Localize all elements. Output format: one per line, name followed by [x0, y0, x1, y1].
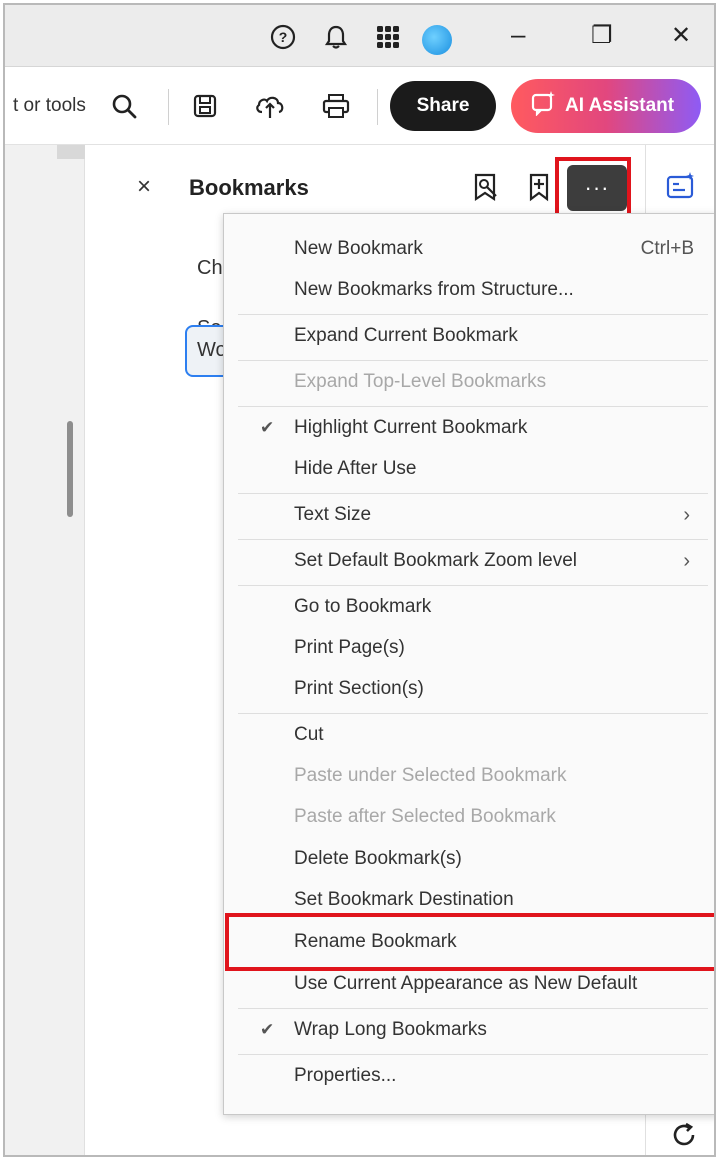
menu-item-wrap-long-bookmarks[interactable]: ✔ Wrap Long Bookmarks — [224, 1010, 714, 1050]
ai-assistant-button[interactable]: AI Assistant — [511, 79, 701, 133]
menu-item-label: Cut — [294, 724, 324, 745]
menu-item-label: New Bookmark — [294, 238, 423, 259]
menu-separator — [238, 1008, 708, 1009]
edit-tools-icon[interactable] — [666, 171, 698, 206]
refresh-icon[interactable] — [670, 1121, 698, 1154]
menu-item-print-sections[interactable]: Print Section(s) — [224, 669, 714, 709]
document-area — [5, 145, 85, 1155]
chevron-right-icon: › — [683, 503, 690, 526]
menu-item-paste-after: Paste after Selected Bookmark — [224, 797, 714, 837]
highlight-frame-rename — [225, 913, 714, 971]
svg-text:?: ? — [279, 29, 288, 45]
add-bookmark-icon[interactable] — [523, 171, 555, 205]
menu-item-label: Delete Bookmark(s) — [294, 848, 462, 869]
toolbar-divider — [168, 89, 169, 125]
user-avatar[interactable] — [422, 25, 452, 55]
search-icon[interactable] — [107, 89, 141, 123]
menu-item-default-zoom[interactable]: Set Default Bookmark Zoom level › — [224, 541, 714, 581]
menu-item-expand-current[interactable]: Expand Current Bookmark — [224, 316, 714, 356]
menu-item-highlight-current[interactable]: ✔ Highlight Current Bookmark — [224, 408, 714, 448]
bookmarks-options-menu: New Bookmark Ctrl+B New Bookmarks from S… — [223, 213, 714, 1115]
menu-separator — [238, 360, 708, 361]
menu-item-label: Use Current Appearance as New Default — [294, 973, 638, 994]
search-field-text[interactable]: t or tools — [13, 95, 86, 117]
menu-item-label: Expand Current Bookmark — [294, 325, 518, 346]
menu-item-cut[interactable]: Cut — [224, 715, 714, 755]
toolbar: t or tools Share AI Assistant — [5, 67, 714, 145]
close-panel-button[interactable]: × — [137, 173, 151, 201]
ai-assistant-label: AI Assistant — [565, 95, 675, 116]
ai-assistant-icon — [531, 90, 557, 122]
restore-button[interactable]: ❐ — [591, 21, 613, 50]
menu-item-go-to-bookmark[interactable]: Go to Bookmark — [224, 587, 714, 627]
menu-item-label: Paste after Selected Bookmark — [294, 806, 556, 827]
share-button[interactable]: Share — [390, 81, 496, 131]
checkmark-icon: ✔ — [260, 1020, 275, 1039]
menu-item-label: Hide After Use — [294, 458, 417, 479]
bookmark-item[interactable]: Ch — [197, 257, 223, 280]
menu-item-label: Print Section(s) — [294, 678, 424, 699]
toolbar-divider — [377, 89, 378, 125]
menu-item-paste-under: Paste under Selected Bookmark — [224, 756, 714, 796]
menu-item-label: Set Default Bookmark Zoom level — [294, 550, 578, 571]
menu-item-label: Wrap Long Bookmarks — [294, 1019, 487, 1040]
checkmark-icon: ✔ — [260, 418, 275, 437]
menu-item-delete-bookmarks[interactable]: Delete Bookmark(s) — [224, 839, 714, 879]
menu-item-expand-top-level: Expand Top-Level Bookmarks — [224, 362, 714, 402]
menu-separator — [238, 1054, 708, 1055]
menu-item-text-size[interactable]: Text Size › — [224, 495, 714, 535]
bell-icon[interactable] — [322, 23, 350, 51]
menu-item-label: Set Bookmark Destination — [294, 889, 514, 910]
menu-item-label: Go to Bookmark — [294, 596, 432, 617]
highlight-frame-more — [555, 157, 631, 219]
apps-grid-icon[interactable] — [374, 23, 402, 51]
menu-item-label: Expand Top-Level Bookmarks — [294, 371, 547, 392]
menu-item-label: New Bookmarks from Structure... — [294, 279, 574, 300]
menu-item-label: Print Page(s) — [294, 637, 405, 658]
save-icon[interactable] — [188, 89, 222, 123]
menu-separator — [238, 713, 708, 714]
menu-item-hide-after-use[interactable]: Hide After Use — [224, 449, 714, 489]
title-bar: ? – ❐ ✕ — [5, 5, 714, 67]
bookmark-search-icon[interactable] — [469, 171, 501, 205]
menu-separator — [238, 585, 708, 586]
panel-title: Bookmarks — [189, 175, 309, 200]
page-edge — [57, 145, 85, 159]
menu-item-label: Highlight Current Bookmark — [294, 417, 528, 438]
print-icon[interactable] — [319, 89, 353, 123]
menu-item-print-pages[interactable]: Print Page(s) — [224, 628, 714, 668]
menu-item-label: Properties... — [294, 1065, 397, 1086]
minimize-button[interactable]: – — [511, 19, 525, 50]
menu-separator — [238, 314, 708, 315]
menu-item-new-bookmark[interactable]: New Bookmark Ctrl+B — [224, 229, 714, 269]
menu-item-label: Text Size — [294, 504, 372, 525]
app-window: ? – ❐ ✕ t or tools Share AI Assistant × … — [3, 3, 716, 1157]
menu-separator — [238, 406, 708, 407]
menu-item-label: Paste under Selected Bookmark — [294, 765, 567, 786]
help-icon[interactable]: ? — [269, 23, 297, 51]
menu-item-shortcut: Ctrl+B — [640, 238, 694, 259]
chevron-right-icon: › — [683, 549, 690, 572]
vertical-scrollbar[interactable] — [67, 421, 73, 517]
menu-item-new-bookmarks-from-structure[interactable]: New Bookmarks from Structure... — [224, 270, 714, 310]
menu-item-properties[interactable]: Properties... — [224, 1056, 714, 1096]
close-window-button[interactable]: ✕ — [671, 21, 691, 50]
menu-separator — [238, 493, 708, 494]
upload-cloud-icon[interactable] — [253, 89, 287, 123]
menu-separator — [238, 539, 708, 540]
